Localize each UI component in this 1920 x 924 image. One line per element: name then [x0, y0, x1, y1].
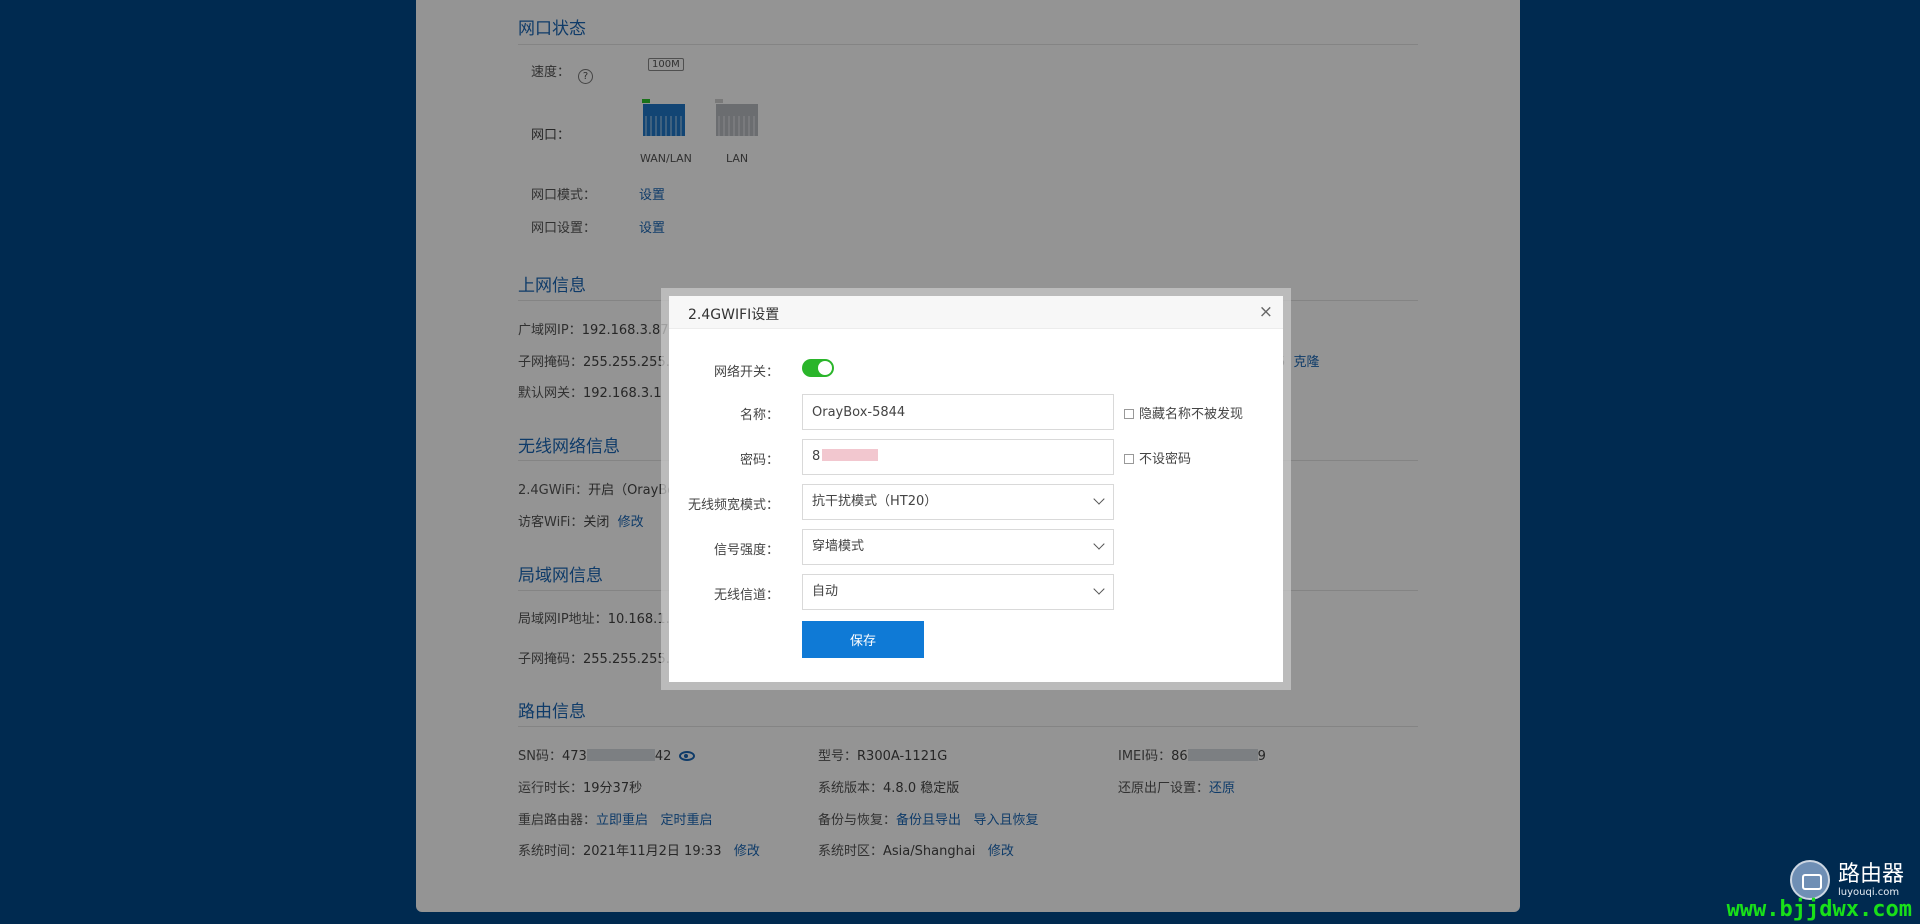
channel-select[interactable]: 自动: [802, 574, 1114, 610]
ssid-input[interactable]: [802, 394, 1114, 430]
channel-value: 自动: [812, 584, 839, 599]
checkbox-icon[interactable]: [1124, 454, 1134, 464]
close-icon[interactable]: ×: [1259, 302, 1273, 322]
password-label: 密码：: [739, 453, 779, 468]
bandwidth-select[interactable]: 抗干扰模式（HT20）: [802, 484, 1114, 520]
bandwidth-label: 无线频宽模式：: [687, 498, 779, 513]
network-switch-label: 网络开关：: [713, 365, 779, 380]
chevron-down-icon: [1093, 493, 1105, 505]
router-logo-icon: [1789, 860, 1830, 900]
password-redacted: [822, 449, 879, 461]
signal-strength-label: 信号强度：: [713, 543, 779, 558]
dialog-title: 2.4GWIFI设置: [688, 307, 780, 323]
password-visible-char: 8: [812, 449, 821, 464]
channel-label: 无线信道：: [713, 588, 779, 603]
chevron-down-icon: [1093, 538, 1105, 550]
no-password-label: 不设密码: [1139, 452, 1192, 467]
watermark-logo: 路由器 luyouqi.com: [1789, 860, 1904, 900]
dialog-header: 2.4GWIFI设置 ×: [669, 296, 1283, 329]
signal-strength-select[interactable]: 穿墙模式: [802, 529, 1114, 565]
password-input[interactable]: 8: [802, 439, 1114, 475]
hide-ssid-label: 隐藏名称不被发现: [1139, 407, 1244, 422]
watermark-cn: 路由器: [1837, 861, 1904, 887]
network-switch-toggle[interactable]: [802, 359, 834, 377]
checkbox-icon[interactable]: [1124, 409, 1134, 419]
ssid-label: 名称：: [739, 408, 779, 423]
bandwidth-value: 抗干扰模式（HT20）: [812, 494, 938, 509]
hide-ssid-checkbox[interactable]: 隐藏名称不被发现: [1124, 403, 1243, 422]
signal-strength-value: 穿墙模式: [812, 539, 865, 554]
no-password-checkbox[interactable]: 不设密码: [1124, 448, 1191, 467]
wifi24-settings-dialog: 2.4GWIFI设置 × 网络开关： 名称： 隐藏名称不被发现 密码： 8 不设…: [669, 296, 1283, 682]
watermark-url: www.bjjdwx.com: [1726, 897, 1912, 922]
chevron-down-icon: [1093, 583, 1105, 595]
watermark-en: luyouqi.com: [1837, 886, 1900, 898]
save-button[interactable]: 保存: [802, 621, 924, 658]
